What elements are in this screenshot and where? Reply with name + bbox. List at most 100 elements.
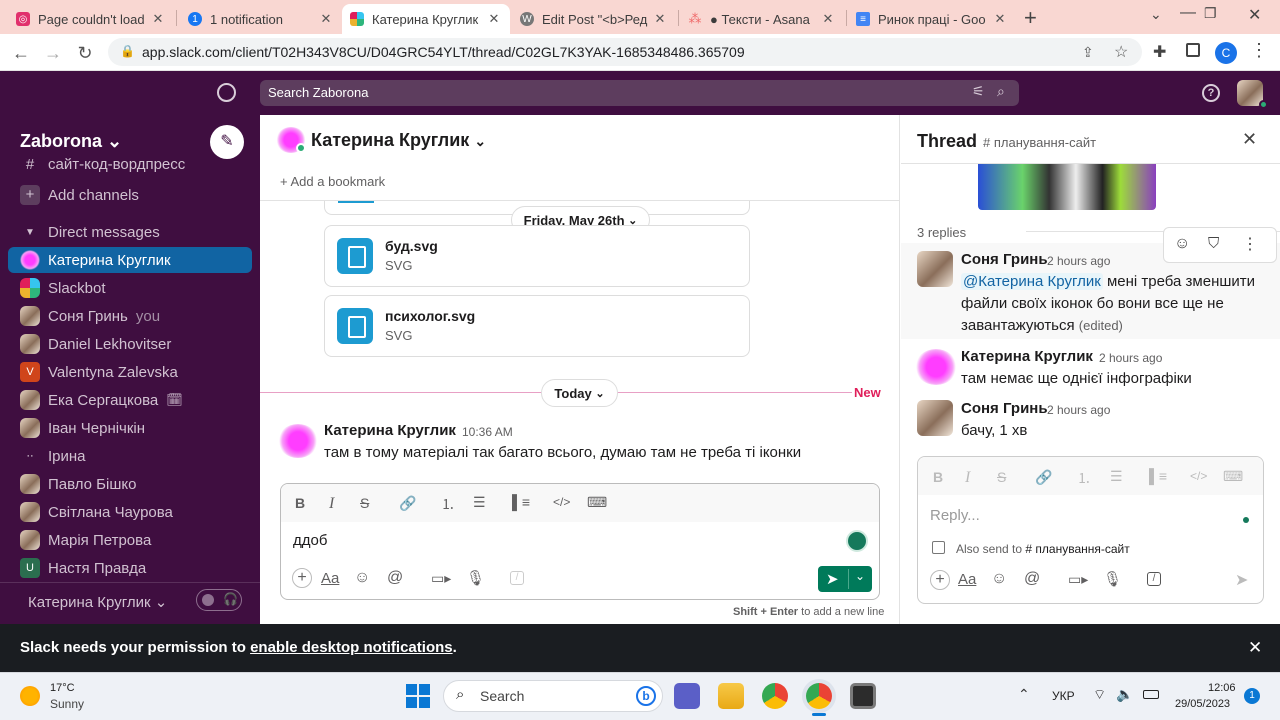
bulleted-list-icon[interactable]: ☰ (473, 494, 486, 511)
reply-author[interactable]: Соня Гринь (961, 400, 1048, 417)
file-card[interactable]: буд.svg SVG (324, 225, 750, 287)
blockquote-icon[interactable]: ▌≡ (1149, 468, 1167, 484)
calculator-icon[interactable] (850, 683, 876, 709)
file-card[interactable]: психолог.svg SVG (324, 295, 750, 357)
reply-avatar[interactable] (915, 349, 957, 385)
sun-icon[interactable] (20, 686, 40, 706)
sidebar-dm-item[interactable]: Daniel Lekhovitser (8, 331, 252, 357)
lock-icon[interactable]: 🔒 (120, 44, 135, 58)
clock-date[interactable]: 29/05/2023 (1175, 698, 1230, 710)
image-attachment[interactable] (978, 164, 1156, 210)
attach-plus-icon[interactable]: + (292, 568, 312, 588)
send-icon[interactable]: ➤ (1235, 570, 1248, 590)
reply-avatar[interactable] (917, 400, 953, 436)
search-input[interactable]: Search Zaborona (268, 85, 368, 100)
microphone-icon[interactable]: 🎙 (1103, 570, 1122, 588)
taskbar-search[interactable] (443, 680, 663, 712)
new-tab-icon[interactable]: + (1024, 5, 1037, 31)
sidebar-dm-item[interactable]: Соня Гринь you (8, 303, 252, 329)
reply-time[interactable]: 2 hours ago (1047, 403, 1110, 417)
sidebar-dm-item[interactable]: U Настя Правда (8, 555, 252, 581)
thread-channel[interactable]: # планування-сайт (983, 135, 1096, 150)
browser-tab-asana[interactable]: ⁂ ● Тексти - Asana ✕ (680, 4, 844, 34)
close-tab-icon[interactable]: ✕ (318, 11, 334, 27)
close-tab-icon[interactable]: ✕ (992, 11, 1008, 27)
search-bar[interactable] (260, 80, 1019, 106)
close-banner-icon[interactable]: ✕ (1248, 638, 1262, 658)
enable-notifications-link[interactable]: enable desktop notifications (250, 639, 453, 656)
huddle-toggle[interactable]: 🎧 (196, 589, 242, 611)
browser-tab-notification[interactable]: 1 1 notification ✕ (180, 4, 342, 34)
weather-desc[interactable]: Sunny (50, 697, 84, 711)
history-icon[interactable] (217, 83, 236, 102)
strikethrough-icon[interactable]: S (997, 469, 1006, 485)
video-icon[interactable]: ▭▸ (431, 570, 451, 587)
volume-icon[interactable]: 🔈 (1116, 686, 1133, 703)
sidebar-dm-item[interactable]: Ека Сергацкова 🗓 (8, 387, 252, 413)
wifi-icon[interactable]: ⌔ (1093, 686, 1106, 704)
send-button[interactable]: ➤ ⌄ (818, 566, 872, 592)
search-icon[interactable]: ⌕ (997, 83, 1005, 100)
add-bookmark-button[interactable]: + Add a bookmark (280, 174, 385, 189)
more-actions-icon[interactable]: ⋮ (1242, 234, 1258, 254)
reply-author[interactable]: Соня Гринь (961, 251, 1048, 268)
ordered-list-icon[interactable]: ⒈ (1077, 468, 1091, 488)
reply-time[interactable]: 2 hours ago (1047, 254, 1110, 268)
sidebar-dm-item[interactable]: Катерина Круглик (8, 247, 252, 273)
code-icon[interactable]: </> (1190, 469, 1207, 483)
mention-icon[interactable]: @ (387, 569, 403, 587)
composer-input[interactable]: ддоб (293, 532, 327, 549)
bookmark-icon[interactable]: ⛉ (1208, 235, 1219, 252)
video-icon[interactable]: ▭▸ (1068, 571, 1088, 588)
help-icon[interactable]: ? (1202, 84, 1220, 102)
emoji-icon[interactable]: ☺ (991, 570, 1007, 588)
bulleted-list-icon[interactable]: ☰ (1110, 468, 1123, 485)
close-tab-icon[interactable]: ✕ (652, 11, 668, 27)
blockquote-icon[interactable]: ▌≡ (512, 494, 530, 510)
browser-menu-icon[interactable]: ⋮ (1250, 40, 1268, 61)
chevron-up-icon[interactable]: ⌃ (1018, 686, 1030, 703)
formatting-icon[interactable]: Aa (321, 570, 339, 587)
language-indicator[interactable]: УКР (1052, 689, 1075, 703)
close-tab-icon[interactable]: ✕ (486, 11, 502, 27)
battery-icon[interactable] (1143, 690, 1159, 699)
chrome-profile-icon[interactable] (806, 683, 832, 709)
mention-icon[interactable]: @ (1024, 570, 1040, 588)
also-send-checkbox[interactable] (932, 541, 945, 554)
close-thread-icon[interactable]: ✕ (1242, 129, 1257, 150)
shortcuts-icon[interactable]: / (510, 571, 524, 585)
message-time[interactable]: 10:36 AM (462, 425, 513, 439)
code-block-icon[interactable]: ⌨ (587, 494, 607, 511)
profile-avatar[interactable]: C (1215, 42, 1237, 64)
sidebar-dm-item[interactable]: ·· Ірина (8, 443, 252, 469)
reload-icon[interactable]: ↻ (74, 42, 96, 64)
restore-icon[interactable]: ❐ (1204, 5, 1217, 22)
sidebar-dm-item[interactable]: Марія Петрова (8, 527, 252, 553)
close-tab-icon[interactable]: ✕ (150, 11, 166, 27)
side-panel-icon[interactable] (1186, 43, 1200, 57)
teams-icon[interactable] (674, 683, 700, 709)
microphone-icon[interactable]: 🎙 (466, 569, 485, 587)
weather-temp[interactable]: 17°C (50, 682, 75, 694)
close-tab-icon[interactable]: ✕ (820, 11, 836, 27)
chrome-icon[interactable] (762, 683, 788, 709)
bing-icon[interactable]: b (636, 686, 656, 706)
grammarly-icon[interactable] (846, 530, 868, 552)
reply-avatar[interactable] (917, 251, 953, 287)
direct-messages-header[interactable]: ▼ Direct messages (8, 219, 252, 245)
sidebar-dm-item[interactable]: Павло Бішко (8, 471, 252, 497)
browser-tab-docs[interactable]: ≡ Ринок праці - Goo ✕ (848, 4, 1016, 34)
ordered-list-icon[interactable]: ⒈ (441, 494, 455, 514)
bold-icon[interactable]: B (933, 469, 943, 485)
browser-tab-wordpress[interactable]: W Edit Post "<b>Ред ✕ (512, 4, 676, 34)
conversation-title[interactable]: Катерина Круглик ⌄ (311, 130, 486, 151)
sidebar-dm-item[interactable]: Slackbot (8, 275, 252, 301)
file-explorer-icon[interactable] (718, 683, 744, 709)
extensions-icon[interactable]: ✚ (1153, 42, 1166, 62)
italic-icon[interactable]: I (965, 469, 970, 487)
attach-plus-icon[interactable]: + (930, 570, 950, 590)
strikethrough-icon[interactable]: S (360, 495, 369, 511)
sidebar-dm-item[interactable]: Світлана Чаурова (8, 499, 252, 525)
share-icon[interactable]: ⇪ (1082, 44, 1094, 61)
sidebar-dm-item[interactable]: V Valentyna Zalevska (8, 359, 252, 385)
